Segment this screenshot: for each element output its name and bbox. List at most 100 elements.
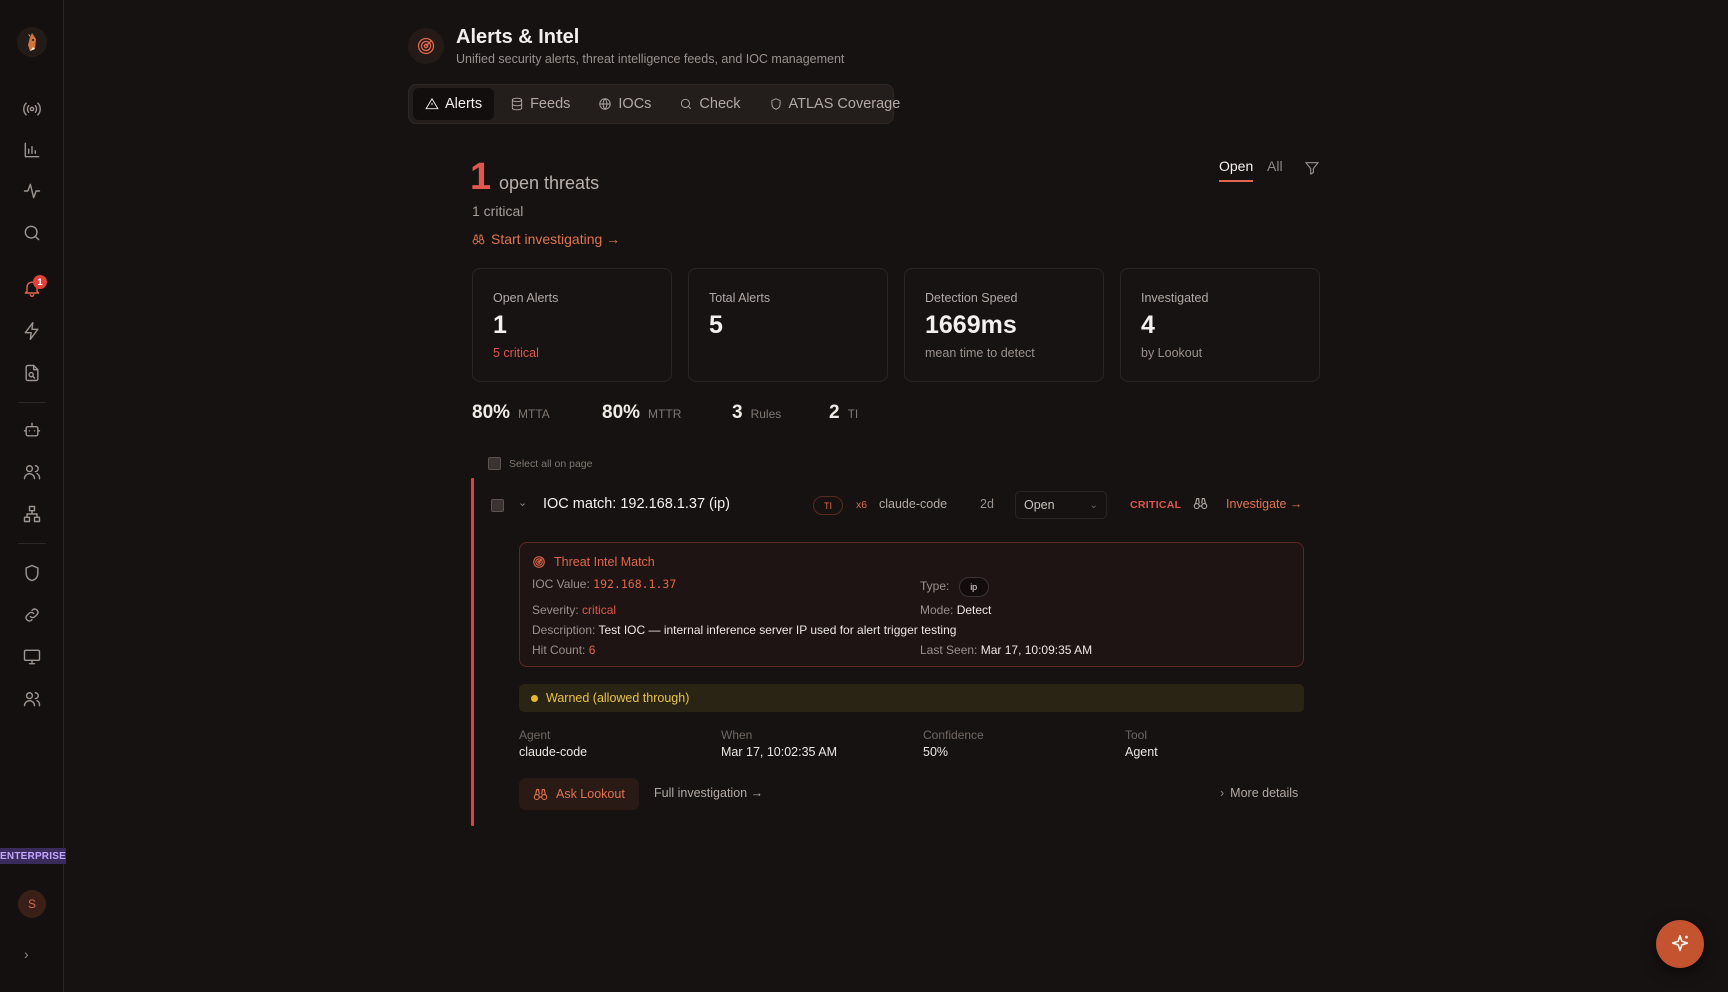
meta-value: 50%	[923, 745, 949, 759]
sidebar-item-security[interactable]	[19, 560, 45, 586]
tab-bar: Alerts Feeds IOCs Check ATLAS Coverage	[408, 84, 900, 124]
sidebar-item-devices[interactable]	[19, 644, 45, 670]
file-search-icon	[25, 364, 39, 382]
sidebar-item-team[interactable]	[19, 686, 45, 712]
app-logo[interactable]	[17, 27, 47, 57]
tab-label: IOCs	[618, 96, 652, 112]
sidebar-item-search[interactable]	[19, 220, 45, 246]
monitor-icon	[23, 649, 41, 665]
stat-label: Total Alerts	[709, 291, 771, 305]
metric-value: 2	[829, 402, 840, 423]
meta-value: Mar 17, 10:02:35 AM	[721, 745, 838, 759]
alert-checkbox[interactable]	[491, 499, 504, 512]
alert-row[interactable]: ⌄ IOC match: 192.168.1.37 (ip) TI x6 cla…	[490, 491, 1305, 519]
network-icon	[23, 505, 41, 523]
search-icon	[681, 98, 692, 109]
full-investigation-link[interactable]: Full investigation →	[654, 786, 763, 800]
target-icon	[408, 28, 444, 64]
sidebar-item-activity[interactable]	[19, 178, 45, 204]
tab-check[interactable]: Check	[667, 88, 752, 120]
tab-label: Alerts	[445, 96, 483, 112]
description-field: Description: Test IOC — internal inferen…	[532, 623, 956, 637]
tab-label: Check	[699, 96, 741, 112]
stat-value: 1	[493, 311, 507, 339]
tab-alerts[interactable]: Alerts	[413, 88, 495, 120]
binoculars-icon	[472, 234, 485, 244]
tab-iocs[interactable]: IOCs	[586, 88, 663, 120]
sidebar-divider	[18, 402, 46, 403]
binoculars-icon[interactable]	[1193, 496, 1208, 514]
warning-triangle-icon	[425, 97, 439, 110]
database-icon	[511, 97, 523, 111]
select-all-row: Select all on page	[488, 457, 592, 470]
activity-icon	[23, 183, 41, 199]
field-label: Severity:	[532, 603, 579, 617]
metric-label: MTTR	[648, 407, 682, 421]
chevron-right-icon[interactable]: ›	[24, 946, 29, 962]
ask-lookout-label: Ask Lookout	[556, 787, 625, 801]
meta-value: claude-code	[519, 745, 588, 759]
stat-card-open-alerts: Open Alerts 1 5 critical	[472, 268, 672, 382]
filter-all-tab[interactable]: All	[1267, 158, 1283, 174]
investigate-link[interactable]: Investigate →	[1226, 497, 1302, 511]
metric-label: TI	[847, 407, 859, 421]
status-select[interactable]: Open ⌄	[1015, 491, 1107, 519]
metric-value: 80%	[602, 402, 641, 423]
filter-open-tab[interactable]: Open	[1219, 158, 1254, 182]
sidebar-item-agents[interactable]	[19, 417, 45, 443]
chevron-right-icon: ›	[1220, 786, 1225, 800]
page-title: Alerts & Intel	[456, 26, 580, 48]
tab-atlas-coverage[interactable]: ATLAS Coverage	[757, 88, 913, 120]
stat-card-total-alerts: Total Alerts 5	[688, 268, 888, 382]
more-details-label: More details	[1230, 786, 1299, 800]
metric-mtta: 80% MTTA	[472, 402, 550, 424]
ioc-type-field: Type: ip	[920, 577, 989, 597]
filter-icon[interactable]	[1304, 160, 1320, 179]
warning-dot-icon	[531, 694, 538, 702]
ai-assistant-button[interactable]	[1656, 920, 1704, 968]
sidebar-item-alerts[interactable]: 1	[19, 275, 47, 301]
tab-feeds[interactable]: Feeds	[498, 88, 582, 120]
chevron-down-icon[interactable]: ⌄	[518, 496, 527, 509]
field-label: Hit Count:	[532, 643, 586, 657]
sidebar: 1 ENTERPRISE S ›	[0, 0, 66, 992]
binoculars-icon	[533, 788, 548, 800]
metric-ti: 2 TI	[829, 402, 858, 424]
stat-label: Investigated	[1141, 291, 1209, 305]
search-icon	[24, 225, 40, 241]
ask-lookout-button[interactable]: Ask Lookout	[519, 778, 639, 810]
meta-key: Tool	[1125, 728, 1148, 742]
sidebar-item-analytics[interactable]	[19, 137, 45, 163]
sidebar-item-users[interactable]	[19, 459, 45, 485]
field-label: Description:	[532, 623, 596, 637]
sidebar-item-reports[interactable]	[19, 360, 45, 386]
meta-key: Confidence	[923, 728, 984, 742]
select-all-checkbox[interactable]	[488, 457, 501, 470]
field-label: Type:	[920, 579, 950, 594]
stat-card-detection-speed: Detection Speed 1669ms mean time to dete…	[904, 268, 1104, 382]
hit-count-field: Hit Count: 6	[532, 643, 595, 657]
sidebar-item-automations[interactable]	[19, 318, 45, 344]
sidebar-item-topology[interactable]	[19, 501, 45, 527]
fox-logo-icon	[28, 33, 36, 51]
hit-multiplier: x6	[856, 499, 868, 511]
stat-label: Open Alerts	[493, 291, 559, 305]
sidebar-item-live[interactable]	[19, 96, 45, 122]
more-details-toggle[interactable]: › More details	[1220, 786, 1298, 800]
metric-value: 3	[732, 402, 743, 423]
meta-agent: Agent claude-code	[519, 728, 587, 759]
ioc-value: 192.168.1.37	[593, 577, 677, 591]
sidebar-item-integrations[interactable]	[19, 602, 45, 628]
threat-intel-title: Threat Intel Match	[554, 555, 655, 569]
ioc-type-pill: ip	[958, 577, 989, 597]
plan-badge: ENTERPRISE	[0, 848, 66, 864]
start-investigating-link[interactable]: Start investigating →	[472, 231, 620, 247]
meta-value: Agent	[1125, 745, 1158, 759]
severity-label: CRITICAL	[1130, 499, 1182, 511]
metric-mttr: 80% MTTR	[602, 402, 681, 424]
avatar[interactable]: S	[18, 890, 46, 918]
field-label: Mode:	[920, 603, 954, 617]
stat-label: Detection Speed	[925, 291, 1018, 305]
severity-value: critical	[582, 603, 617, 617]
meta-when: When Mar 17, 10:02:35 AM	[721, 728, 837, 759]
